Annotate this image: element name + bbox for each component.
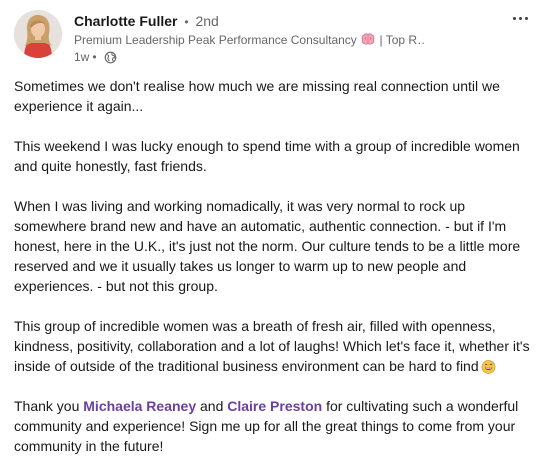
author-headline: Premium Leadership Peak Performance Cons… [74, 32, 424, 48]
post-paragraph-4: This group of incredible women was a bre… [14, 316, 536, 376]
post-time: 1w [74, 50, 90, 64]
thanks-text-start: Thank you [14, 398, 84, 414]
feed-post: Charlotte Fuller • 2nd Premium Leadershi… [0, 0, 548, 464]
post-paragraph-5: Thank you Michaela Reaney and Claire Pre… [14, 396, 536, 456]
more-horizontal-icon[interactable] [508, 10, 532, 26]
post-paragraph-3: When I was living and working nomadicall… [14, 198, 521, 294]
post-header: Charlotte Fuller • 2nd Premium Leadershi… [14, 10, 534, 66]
author-info: Charlotte Fuller • 2nd Premium Leadershi… [74, 12, 504, 65]
avatar[interactable] [14, 10, 62, 58]
brain-emoji-icon [360, 33, 379, 47]
thanks-text-and: and [196, 398, 228, 414]
time-separator: • [92, 50, 97, 64]
connection-degree: 2nd [195, 13, 219, 29]
post-paragraph-4-text: This group of incredible women was a bre… [14, 318, 530, 374]
post-body: Sometimes we don't realise how much we a… [14, 76, 536, 476]
name-row: Charlotte Fuller • 2nd [74, 12, 504, 31]
globe-icon [104, 51, 117, 64]
post-paragraph-1: Sometimes we don't realise how much we a… [14, 78, 500, 114]
post-meta: 1w • [74, 49, 504, 65]
headline-start: Premium Leadership Peak Performance Cons… [74, 33, 357, 47]
author-name[interactable]: Charlotte Fuller [74, 13, 177, 29]
post-paragraph-2: This weekend I was lucky enough to spend… [14, 138, 520, 174]
name-separator: • [184, 15, 189, 29]
headline-end: | Top R… [379, 33, 425, 47]
mention-claire-preston[interactable]: Claire Preston [227, 398, 322, 414]
grinning-sweat-emoji-icon [481, 359, 496, 374]
mention-michaela-reaney[interactable]: Michaela Reaney [83, 398, 196, 414]
